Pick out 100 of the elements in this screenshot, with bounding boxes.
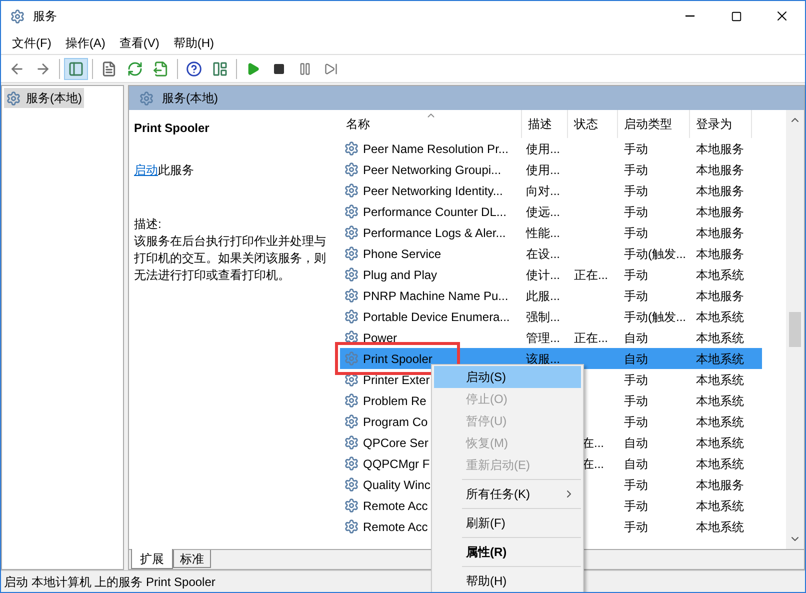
table-cell: 本地系统	[696, 520, 744, 534]
table-row[interactable]: Power 管理... 正在... 自动 本地系统	[340, 327, 762, 348]
menu-item[interactable]: 属性(R)	[434, 541, 581, 563]
table-row[interactable]: Phone Service 在设... 手动(触发... 本地服务	[340, 243, 762, 264]
service-gear-icon	[344, 477, 359, 492]
column-header[interactable]: 描述	[522, 110, 568, 138]
menu-item[interactable]: 操作(A)	[58, 32, 112, 54]
table-cell: 本地系统	[696, 330, 744, 344]
service-gear-icon	[344, 288, 359, 303]
table-cell: 本地系统	[696, 352, 744, 366]
table-row[interactable]: Peer Name Resolution Pr... 使用... 手动 本地服务	[340, 138, 762, 159]
table-cell: 本地系统	[696, 372, 744, 386]
service-name: Power	[363, 330, 398, 346]
table-cell: 手动	[624, 372, 648, 386]
table-cell: 性能...	[526, 226, 560, 240]
table-cell: 此服...	[526, 288, 560, 302]
table-cell: 本地系统	[696, 456, 744, 470]
service-name: Peer Networking Groupi...	[363, 162, 502, 178]
help-icon	[186, 60, 202, 76]
service-gear-icon	[344, 162, 359, 177]
refresh-icon	[127, 60, 143, 76]
service-gear-icon	[344, 435, 359, 450]
service-gear-icon	[344, 393, 359, 408]
table-cell: 手动	[624, 394, 648, 408]
table-cell: 手动	[624, 226, 648, 240]
table-cell: 手动	[624, 478, 648, 492]
menu-item[interactable]: 刷新(F)	[434, 512, 581, 534]
service-name: PNRP Machine Name Pu...	[363, 288, 508, 304]
table-cell: 本地服务	[696, 246, 744, 260]
table-row[interactable]: Plug and Play 使计... 正在... 手动 本地系统	[340, 264, 762, 285]
table-row[interactable]: Performance Logs & Aler... 性能... 手动 本地服务	[340, 222, 762, 243]
table-cell: 本地服务	[696, 478, 744, 492]
table-cell: 手动	[624, 184, 648, 198]
start-link[interactable]: 启动	[134, 163, 158, 177]
service-gear-icon	[344, 372, 359, 387]
column-header[interactable]: 登录为	[690, 110, 752, 138]
service-gear-icon	[344, 204, 359, 219]
table-cell: 手动	[624, 498, 648, 512]
table-cell: 在设...	[526, 246, 560, 260]
action-sentence: 启动此服务	[134, 162, 195, 179]
table-cell: 本地服务	[696, 184, 744, 198]
export-icon	[153, 60, 169, 76]
menu-item[interactable]: 文件(F)	[5, 32, 58, 54]
service-gear-icon	[344, 183, 359, 198]
table-cell: 本地服务	[696, 142, 744, 156]
service-name: Plug and Play	[363, 266, 438, 284]
table-cell: 手动(触发...	[624, 246, 686, 260]
table-cell: 使远...	[526, 204, 560, 218]
table-cell: 手动	[624, 520, 648, 534]
service-gear-icon	[344, 225, 359, 240]
service-title: Print Spooler	[134, 120, 210, 137]
tree-item[interactable]: 服务(本地)	[4, 88, 84, 108]
menu-item[interactable]: 帮助(H)	[166, 32, 221, 54]
menu-item[interactable]: 启动(S)	[434, 366, 581, 388]
table-cell: 使用...	[526, 162, 560, 176]
document-icon	[101, 60, 117, 76]
panel-view-icon	[212, 60, 228, 76]
table-cell: 本地服务	[696, 226, 744, 240]
status-text: 启动 本地计算机 上的服务 Print Spooler	[4, 574, 216, 590]
table-cell: 本地系统	[696, 436, 744, 450]
table-row[interactable]: Portable Device Enumera... 强制... 手动(触发... 本地系统	[340, 306, 762, 327]
table-cell: 自动	[624, 436, 648, 450]
menu-item[interactable]: 所有任务(K)	[434, 483, 581, 505]
menu-item[interactable]: 帮助(H)	[434, 570, 581, 592]
table-cell: 向对...	[526, 184, 560, 198]
view-tab[interactable]: 标准	[173, 550, 211, 568]
menu-item[interactable]: 查看(V)	[112, 32, 166, 54]
table-row[interactable]: PNRP Machine Name Pu... 此服... 手动 本地服务	[340, 285, 762, 306]
table-row[interactable]: Peer Networking Identity... 向对... 手动 本地服务	[340, 180, 762, 201]
table-row[interactable]: Print Spooler 该服... 自动 本地系统	[340, 348, 762, 369]
pane-title: 服务(本地)	[162, 90, 218, 107]
stop-icon	[273, 62, 285, 74]
column-header[interactable]: 启动类型	[618, 110, 690, 138]
service-name: Print Spooler	[363, 350, 432, 368]
table-cell: 本地系统	[696, 310, 744, 324]
console-tree-button[interactable]	[64, 58, 88, 80]
column-header[interactable]: 名称	[340, 110, 522, 138]
scroll-thumb[interactable]	[789, 312, 801, 347]
view-tab[interactable]: 扩展	[131, 549, 173, 569]
column-header[interactable]: 状态	[568, 110, 618, 138]
table-cell: 自动	[624, 456, 648, 470]
pause-icon	[298, 62, 312, 76]
service-name: Performance Counter DL...	[363, 204, 506, 220]
table-cell: 本地系统	[696, 394, 744, 408]
description-text: 该服务在后台执行打印作业并处理与打印机的交互。如果关闭该服务，则无法进行打印或查看打印机。	[134, 233, 327, 284]
table-row[interactable]: Peer Networking Groupi... 使用... 手动 本地服务	[340, 159, 762, 180]
play-icon	[246, 62, 260, 76]
table-cell: 手动	[624, 204, 648, 218]
table-cell: 自动	[624, 330, 648, 344]
table-cell: 自动	[624, 352, 648, 366]
table-cell: 强制...	[526, 310, 560, 324]
service-gear-icon	[344, 414, 359, 429]
service-gear-icon	[344, 498, 359, 513]
table-row[interactable]: Performance Counter DL... 使远... 手动 本地服务	[340, 201, 762, 222]
service-gear-icon	[344, 456, 359, 471]
table-cell: 本地服务	[696, 204, 744, 218]
table-cell: 本地服务	[696, 162, 744, 176]
app-gear-icon	[10, 8, 25, 24]
table-cell: 手动	[624, 268, 648, 282]
table-cell: 本地系统	[696, 414, 744, 428]
